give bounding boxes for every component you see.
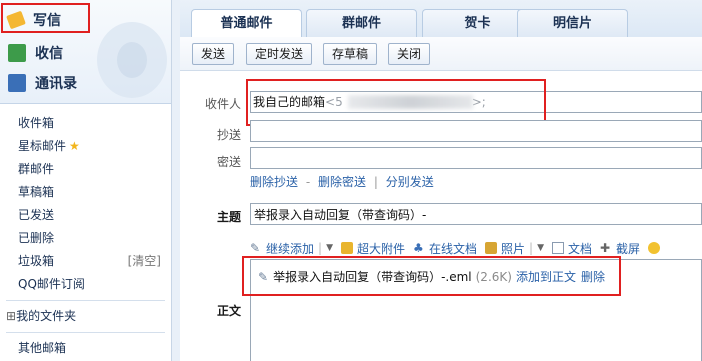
- divider: |: [318, 241, 323, 255]
- online-doc-label: 在线文档: [429, 241, 478, 256]
- close-button[interactable]: 关闭: [388, 43, 431, 65]
- document-icon: [552, 242, 564, 254]
- divider: [6, 332, 165, 333]
- divider: [6, 300, 165, 301]
- recipient-options: 删除抄送 - 删除密送 | 分别发送: [250, 173, 434, 190]
- photo-icon: [485, 242, 498, 254]
- folder-spam[interactable]: 垃圾箱 [清空]: [0, 250, 171, 273]
- body-label: 正文: [217, 304, 242, 318]
- folder-label: 已发送: [18, 208, 55, 222]
- my-folders[interactable]: ⊞我的文件夹: [0, 305, 171, 328]
- folder-label: 群邮件: [18, 162, 55, 176]
- separate-send-link[interactable]: 分别发送: [386, 175, 434, 189]
- attachment-toolbar: ✎ 继续添加 | ▼ 超大附件 ♣ 在线文档 照片 | ▼ 文档 ✚ 截屏: [250, 238, 702, 258]
- link-separator: |: [373, 175, 378, 189]
- tab-postcard[interactable]: 明信片: [517, 9, 628, 37]
- sidebar: 写信 收信 通讯录 收件箱 星标邮件 ★ 群邮件 草稿箱 已发送 已删除 垃圾箱 […: [0, 0, 172, 361]
- to-label: 收件人: [205, 97, 242, 111]
- folder-inbox[interactable]: 收件箱: [0, 112, 171, 135]
- expand-icon[interactable]: ⊞: [6, 309, 16, 323]
- write-highlight-box: [1, 3, 90, 33]
- my-folders-label: 我的文件夹: [16, 309, 77, 323]
- receive-mail-button[interactable]: 收信: [8, 41, 63, 65]
- star-icon: ★: [69, 139, 80, 153]
- large-attachment-icon: [340, 242, 353, 254]
- document-button[interactable]: 文档: [552, 240, 592, 257]
- chevron-down-icon[interactable]: ▼: [326, 243, 333, 253]
- folder-label: 星标邮件: [18, 139, 67, 153]
- online-doc-button[interactable]: ♣ 在线文档: [413, 240, 477, 257]
- large-attachment-label: 超大附件: [356, 241, 405, 256]
- link-separator: -: [305, 175, 311, 189]
- large-attachment-button[interactable]: 超大附件: [340, 240, 405, 257]
- subject-value: 举报录入自动回复（带查询码）-: [254, 208, 427, 222]
- folder-starred[interactable]: 星标邮件 ★: [0, 135, 171, 158]
- folder-deleted[interactable]: 已删除: [0, 227, 171, 250]
- document-label: 文档: [568, 241, 593, 256]
- tab-group-mail[interactable]: 群邮件: [306, 9, 417, 37]
- subject-label: 主题: [217, 210, 242, 224]
- screenshot-icon: ✚: [600, 241, 611, 255]
- screenshot-label: 截屏: [616, 241, 641, 256]
- delete-cc-link[interactable]: 删除抄送: [250, 175, 298, 189]
- subject-field[interactable]: 举报录入自动回复（带查询码）-: [250, 203, 702, 225]
- save-draft-button[interactable]: 存草稿: [323, 43, 378, 65]
- empty-spam-link[interactable]: [清空]: [128, 250, 161, 273]
- photo-button[interactable]: 照片 | ▼: [485, 240, 544, 257]
- tab-normal-mail[interactable]: 普通邮件: [191, 9, 302, 38]
- folder-list: 收件箱 星标邮件 ★ 群邮件 草稿箱 已发送 已删除 垃圾箱 [清空] QQ邮件订阅…: [0, 112, 171, 360]
- online-doc-icon: ♣: [413, 241, 424, 255]
- divider: |: [529, 241, 534, 255]
- contacts-icon: [8, 74, 26, 92]
- emoji-button[interactable]: [648, 242, 664, 254]
- attachment-highlight-box: [242, 256, 621, 296]
- inbox-icon: [8, 44, 26, 62]
- folder-label: 垃圾箱: [18, 254, 55, 268]
- bcc-field[interactable]: [250, 147, 702, 169]
- compose-tabs: 普通邮件 群邮件 贺卡 明信片: [180, 0, 702, 38]
- paperclip-icon: ✎: [250, 241, 261, 255]
- compose-toolbar: 发送 定时发送 存草稿 关闭: [180, 37, 702, 71]
- delete-bcc-link[interactable]: 删除密送: [318, 175, 366, 189]
- send-button[interactable]: 发送: [192, 43, 235, 65]
- folder-label: 收件箱: [18, 116, 55, 130]
- bcc-label: 密送: [217, 155, 242, 169]
- screenshot-button[interactable]: ✚ 截屏: [600, 240, 640, 257]
- continue-add-button[interactable]: ✎ 继续添加 | ▼: [250, 240, 333, 257]
- receive-label: 收信: [35, 46, 63, 62]
- folder-label: 草稿箱: [18, 185, 55, 199]
- other-mailbox-label: 其他邮箱: [18, 341, 67, 355]
- photo-label: 照片: [501, 241, 526, 256]
- compose-panel: 普通邮件 群邮件 贺卡 明信片 发送 定时发送 存草稿 关闭 收件人 我自己的邮…: [180, 0, 702, 361]
- emoji-icon: [648, 242, 661, 254]
- contacts-button[interactable]: 通讯录: [8, 71, 77, 95]
- other-mailbox[interactable]: 其他邮箱: [0, 337, 171, 360]
- folder-group[interactable]: 群邮件: [0, 158, 171, 181]
- sidebar-actions: 写信 收信 通讯录: [0, 0, 171, 104]
- folder-label: QQ邮件订阅: [18, 277, 85, 291]
- continue-add-label: 继续添加: [266, 241, 315, 256]
- recipient-highlight-box: [246, 79, 546, 126]
- folder-sent[interactable]: 已发送: [0, 204, 171, 227]
- folder-label: 已删除: [18, 231, 55, 245]
- cc-label: 抄送: [217, 128, 242, 142]
- chevron-down-icon[interactable]: ▼: [537, 243, 544, 253]
- folder-subscriptions[interactable]: QQ邮件订阅: [0, 273, 171, 296]
- folder-drafts[interactable]: 草稿箱: [0, 181, 171, 204]
- scheduled-send-button[interactable]: 定时发送: [246, 43, 313, 65]
- qq-penguin-decoration: [97, 22, 167, 98]
- cc-field[interactable]: [250, 120, 702, 142]
- contacts-label: 通讯录: [35, 76, 77, 92]
